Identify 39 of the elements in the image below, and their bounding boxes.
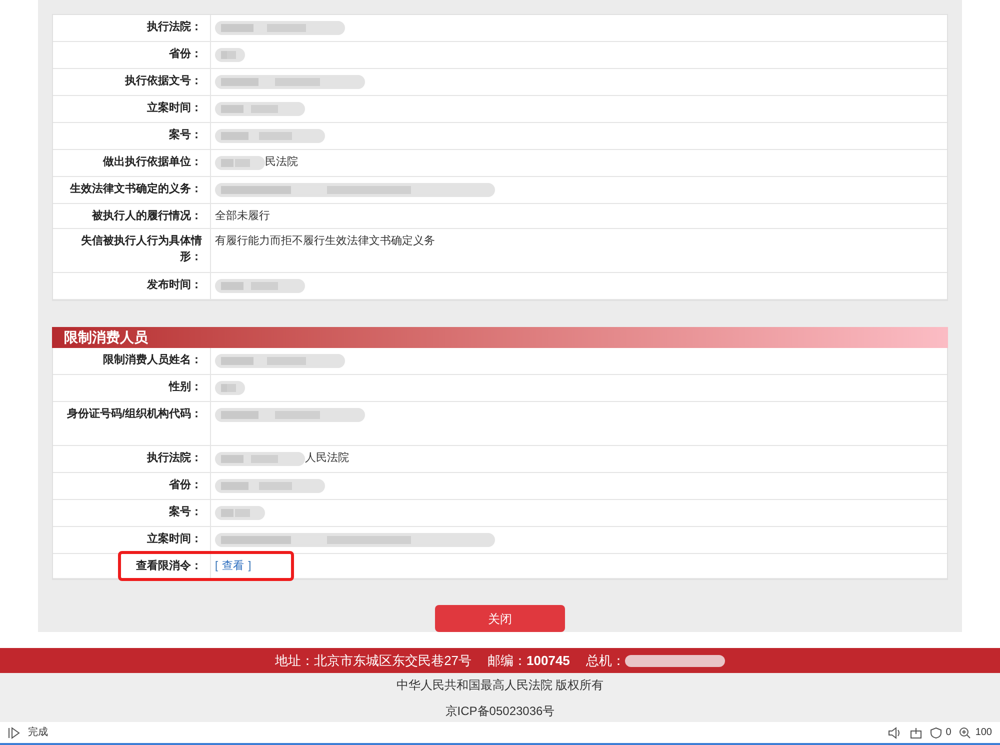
status-text: 完成 [28,726,48,740]
field-label: 立案时间： [147,533,202,545]
field-value: 民法院 [265,155,298,170]
field-label: 案号： [169,506,202,518]
field-label: 案号： [169,129,202,141]
close-button[interactable]: 关闭 [435,605,565,632]
field-label: 生效法律文书确定的义务： [70,183,202,195]
view-link[interactable]: 查看 [222,558,244,574]
play-icon[interactable] [8,726,20,738]
blocked-count: 0 [946,726,952,740]
shield-icon[interactable] [930,726,942,738]
icp-number: 京ICP备05023036号 [445,702,555,720]
field-label: 执行依据文号： [125,75,202,87]
field-label: 立案时间： [147,102,202,114]
field-label: 查看限消令： [136,560,202,572]
zoom-level: 100 [975,726,992,740]
field-value: 人民法院 [305,451,349,466]
field-label: 省份： [169,479,202,491]
field-label: 执行法院： [147,21,202,33]
zoom-icon[interactable] [959,726,972,738]
field-value: 有履行能力而拒不履行生效法律文书确定义务 [215,234,435,249]
phone-label: 总机： [586,652,625,670]
field-label: 发布时间： [147,279,202,291]
section-title: 限制消费人员 [64,328,148,347]
bracket: [ [215,559,218,574]
address: 地址：北京市东城区东交民巷27号 [275,652,472,670]
field-label: 性别： [169,381,202,393]
field-label: 身份证号码/组织机构代码： [66,408,202,420]
field-label: 省份： [169,48,202,60]
field-value: 全部未履行 [215,208,270,224]
postcode: 邮编：100745 [488,652,570,670]
copyright: 中华人民共和国最高人民法院 版权所有 [396,676,604,694]
speaker-icon[interactable] [888,726,902,738]
field-label: 限制消费人员姓名： [103,354,202,366]
bracket: ] [248,559,252,574]
field-label: 执行法院： [147,452,202,464]
field-label: 失信被执行人行为具体情形： [81,235,202,263]
field-label: 做出执行依据单位： [103,156,202,168]
field-label: 被执行人的履行情况： [92,210,202,222]
